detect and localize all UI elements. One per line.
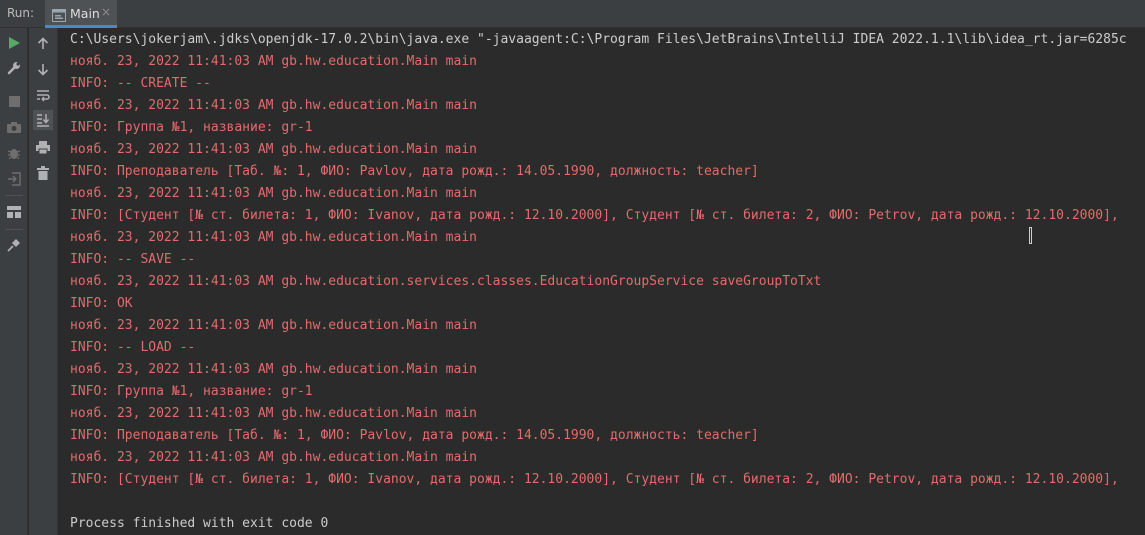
run-label: Run: bbox=[7, 6, 35, 20]
console-output[interactable]: C:\Users\jokerjam\.jdks\openjdk-17.0.2\b… bbox=[59, 28, 1145, 535]
log-line: INFO: -- CREATE -- bbox=[70, 76, 211, 91]
log-line: INFO: Преподаватель [Таб. №: 1, ФИО: Pav… bbox=[70, 428, 759, 443]
log-line: INFO: Преподаватель [Таб. №: 1, ФИО: Pav… bbox=[70, 164, 759, 179]
tab-label: Main bbox=[70, 6, 100, 21]
log-line: INFO: [Студент [№ ст. билета: 1, ФИО: Iv… bbox=[70, 208, 1119, 223]
log-line: нояб. 23, 2022 11:41:03 AM gb.hw.educati… bbox=[70, 406, 477, 421]
arrow-down-icon[interactable] bbox=[33, 59, 53, 79]
log-line: INFO: -- SAVE -- bbox=[70, 252, 196, 267]
login-icon[interactable] bbox=[4, 169, 24, 189]
layout-icon[interactable] bbox=[4, 202, 24, 222]
scroll-to-end-icon[interactable] bbox=[33, 110, 53, 130]
soft-wrap-icon[interactable] bbox=[33, 85, 53, 105]
log-line: нояб. 23, 2022 11:41:03 AM gb.hw.educati… bbox=[70, 318, 477, 333]
log-line: нояб. 23, 2022 11:41:03 AM gb.hw.educati… bbox=[70, 142, 477, 157]
console-actions-toolbar bbox=[29, 28, 58, 535]
console-tab-icon bbox=[52, 7, 66, 26]
log-line: INFO: -- LOAD -- bbox=[70, 340, 196, 355]
pin-icon[interactable] bbox=[4, 235, 24, 255]
print-icon[interactable] bbox=[33, 137, 53, 157]
command-line: C:\Users\jokerjam\.jdks\openjdk-17.0.2\b… bbox=[70, 32, 1127, 47]
log-line: нояб. 23, 2022 11:41:03 AM gb.hw.educati… bbox=[70, 274, 822, 289]
log-line: INFO: Группа №1, название: gr-1 bbox=[70, 384, 313, 399]
bug-icon[interactable] bbox=[4, 143, 24, 163]
log-line: нояб. 23, 2022 11:41:03 AM gb.hw.educati… bbox=[70, 230, 477, 245]
exit-message: Process finished with exit code 0 bbox=[70, 516, 329, 531]
stop-icon[interactable] bbox=[4, 91, 24, 111]
arrow-up-icon[interactable] bbox=[33, 33, 53, 53]
log-line: нояб. 23, 2022 11:41:03 AM gb.hw.educati… bbox=[70, 450, 477, 465]
tab-main[interactable]: Main × bbox=[45, 0, 117, 28]
log-line: нояб. 23, 2022 11:41:03 AM gb.hw.educati… bbox=[70, 98, 477, 113]
close-icon[interactable]: × bbox=[101, 5, 111, 19]
wrench-icon[interactable] bbox=[4, 58, 24, 78]
log-line: нояб. 23, 2022 11:41:03 AM gb.hw.educati… bbox=[70, 54, 477, 69]
run-actions-toolbar bbox=[0, 28, 28, 535]
log-line: нояб. 23, 2022 11:41:03 AM gb.hw.educati… bbox=[70, 186, 477, 201]
log-line: INFO: OK bbox=[70, 296, 133, 311]
run-toolwindow-header: Run: Main × bbox=[0, 0, 1145, 28]
camera-icon[interactable] bbox=[4, 117, 24, 137]
text-cursor-icon bbox=[1029, 227, 1032, 244]
trash-icon[interactable] bbox=[33, 163, 53, 183]
run-icon[interactable] bbox=[4, 33, 24, 53]
log-line: INFO: [Студент [№ ст. билета: 1, ФИО: Iv… bbox=[70, 472, 1119, 487]
log-line: нояб. 23, 2022 11:41:03 AM gb.hw.educati… bbox=[70, 362, 477, 377]
log-line: INFO: Группа №1, название: gr-1 bbox=[70, 120, 313, 135]
